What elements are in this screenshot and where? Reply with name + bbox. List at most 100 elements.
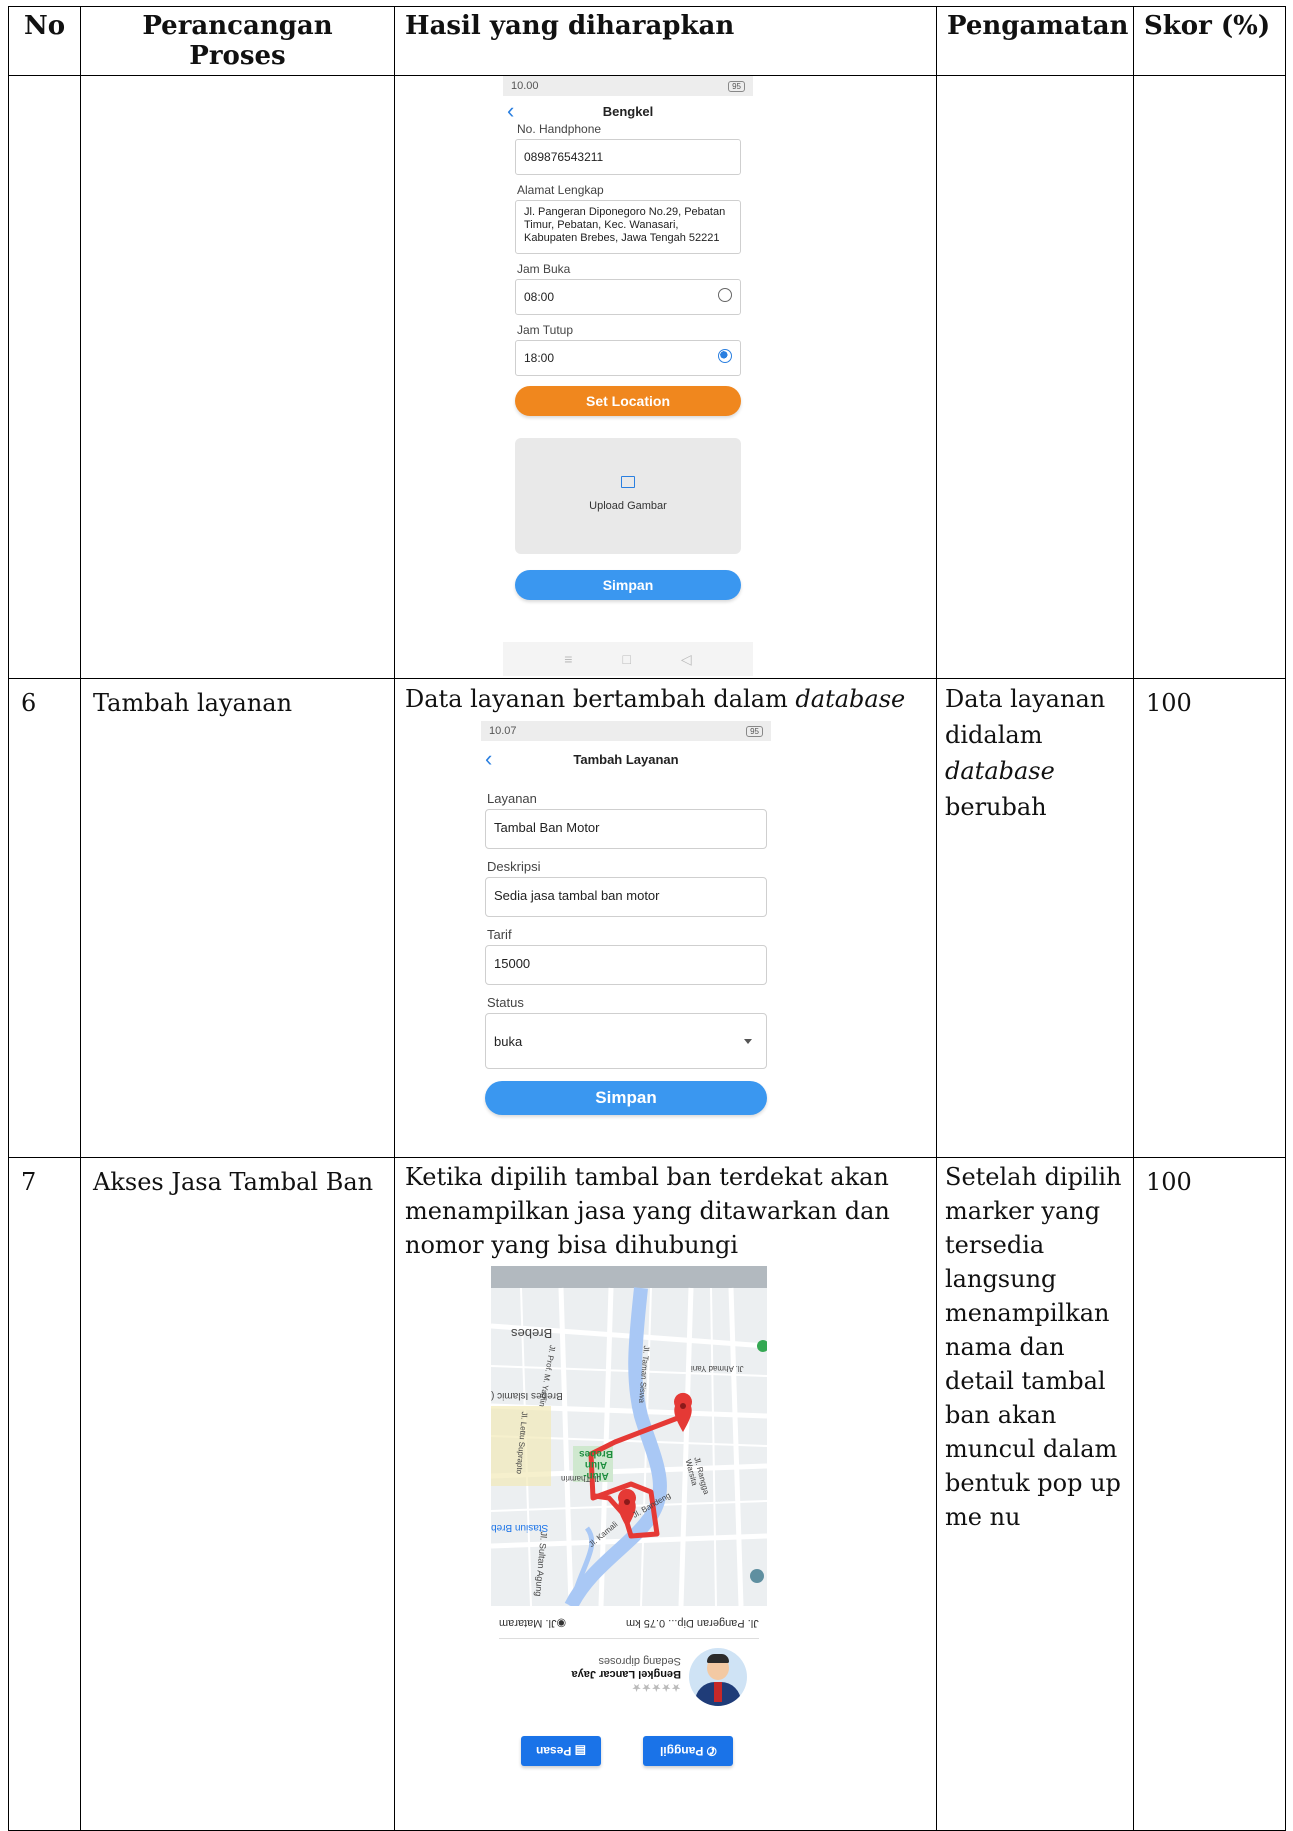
map-label: Jl. Taman Siswa (637, 1345, 651, 1404)
row-expected-cell: 10.00 95 ‹ Bengkel No. Handphone 0898765… (394, 75, 937, 679)
shop-name: Bengkel Lancar Jaya (571, 1668, 681, 1680)
description-label: Deskripsi (487, 859, 541, 874)
save-button[interactable]: Simpan (485, 1081, 767, 1115)
route-from: ◉Jl. Mataram (499, 1616, 567, 1629)
observation-italic: database (945, 757, 1055, 785)
map-label: Brebes Islamic ( (491, 1390, 563, 1401)
map-screenshot: Brebes Brebes Islamic ( Alun-Alun Brebes… (491, 1266, 767, 1826)
message-button[interactable]: ▤ Pesan (521, 1736, 601, 1766)
status-label: Status (487, 995, 524, 1010)
menu-icon[interactable]: ≡ (564, 651, 572, 667)
upload-label: Upload Gambar (589, 500, 667, 512)
row-number: 6 (21, 689, 37, 717)
upload-image-area[interactable]: Upload Gambar (515, 438, 741, 554)
route-info-bar: ◉Jl. Mataram Jl. Pangeran Dip... 0.75 km (499, 1608, 759, 1639)
route-to-text: Jl. Pangeran Dip... (668, 1617, 760, 1629)
row-process: Akses Jasa Tambal Ban (93, 1168, 374, 1196)
distance-text: 0.75 km (626, 1617, 666, 1629)
row-observation: Data layanan didalam database berubah (937, 679, 1133, 827)
map-labels: Brebes Brebes Islamic ( Alun-Alun Brebes… (491, 1266, 767, 1606)
observation-text: Data layanan didalam (945, 685, 1106, 749)
expected-italic: database (795, 685, 906, 713)
row-process: Tambah layanan (93, 689, 293, 717)
open-hour-label: Jam Buka (517, 262, 571, 276)
tarif-label: Tarif (487, 927, 512, 942)
app-bar: ‹ Bengkel (503, 96, 753, 126)
header-observation: Pengamatan (936, 6, 1134, 76)
clock-icon[interactable] (718, 349, 732, 363)
screen-title: Bengkel (602, 103, 654, 119)
row-expected: Ketika dipilih tambal ban terdekat akan … (405, 1163, 890, 1259)
service-field[interactable]: Tambal Ban Motor (485, 809, 767, 849)
description-field[interactable]: Sedia jasa tambal ban motor (485, 877, 767, 917)
map-label: Jl. Lettu Suprapto (514, 1411, 529, 1475)
route-to: Jl. Pangeran Dip... 0.75 km (626, 1617, 759, 1629)
close-hour-label: Jam Tutup (517, 323, 574, 337)
avatar (689, 1648, 747, 1706)
table-row: 7 Akses Jasa Tambal Ban Ketika dipilih t… (8, 1157, 1286, 1831)
phone-field[interactable]: 089876543211 (515, 139, 741, 175)
row-observation-cell (936, 75, 1134, 679)
map-label: Jl. Thamrin (561, 1474, 601, 1483)
map-label: Jl. Rangga Warsita (683, 1456, 711, 1496)
header-process: Perancangan Proses (80, 6, 395, 76)
set-location-button[interactable]: Set Location (515, 386, 741, 416)
close-hour-value: 18:00 (524, 351, 555, 365)
home-icon[interactable]: □ (622, 651, 630, 667)
message-button-content: ▤ Pesan (535, 1744, 587, 1758)
status-time: 10.00 (511, 80, 539, 92)
call-label: Panggil (659, 1744, 703, 1758)
app-bar: ‹ Tambah Layanan (481, 741, 771, 777)
call-button-content: ✆ Panggil (659, 1744, 717, 1758)
status-bar: 10.07 95 (481, 721, 771, 741)
shop-status: Sedang diproses (598, 1655, 681, 1667)
row-score: 100 (1146, 1168, 1192, 1196)
header-no: No (8, 6, 81, 76)
message-label: Pesan (535, 1744, 572, 1758)
header-expected: Hasil yang diharapkan (394, 6, 937, 76)
tarif-field[interactable]: 15000 (485, 945, 767, 985)
back-arrow-icon[interactable]: ‹ (507, 96, 514, 126)
status-time: 10.07 (489, 725, 517, 737)
map-label: Brebes (511, 1326, 553, 1341)
row-expected: Data layanan bertambah dalam database (395, 679, 936, 719)
row-number: 7 (21, 1168, 37, 1196)
table-row: 6 Tambah layanan Data layanan bertambah … (8, 678, 1286, 1158)
clock-icon[interactable] (718, 288, 732, 302)
row-score-cell (1133, 75, 1286, 679)
shop-detail-popup[interactable]: ★★★★★ Bengkel Lancar Jaya Sedang diprose… (491, 1642, 767, 1722)
chevron-down-icon (744, 1039, 752, 1044)
android-nav-bar: ≡ □ ◁ (503, 642, 753, 676)
battery-icon: 95 (728, 80, 745, 92)
call-button[interactable]: ✆ Panggil (643, 1736, 733, 1766)
tambah-layanan-screenshot: 10.07 95 ‹ Tambah Layanan Layanan Tambal… (481, 721, 771, 1151)
status-dropdown[interactable]: buka (485, 1013, 767, 1069)
observation-text-end: berubah (945, 793, 1047, 821)
test-result-table: No Perancangan Proses Hasil yang diharap… (8, 6, 1286, 1831)
bengkel-form-screenshot: 10.00 95 ‹ Bengkel No. Handphone 0898765… (503, 76, 753, 676)
expected-text: Data layanan bertambah dalam (405, 685, 796, 713)
row-score: 100 (1146, 689, 1192, 717)
open-hour-field[interactable]: 08:00 (515, 279, 741, 315)
open-hour-value: 08:00 (524, 290, 555, 304)
map-label: Jl. Bandeng (631, 1490, 673, 1520)
status-bar: 10.00 95 (503, 76, 753, 96)
shop-text: ★★★★★ Bengkel Lancar Jaya Sedang diprose… (561, 1654, 681, 1693)
back-arrow-icon[interactable]: ‹ (485, 741, 492, 777)
save-button[interactable]: Simpan (515, 570, 741, 600)
back-nav-icon[interactable]: ◁ (681, 651, 692, 668)
map-label: Jl. Kamali (587, 1519, 620, 1549)
header-score: Skor (%) (1133, 6, 1286, 76)
table-row: 10.00 95 ‹ Bengkel No. Handphone 0898765… (8, 75, 1286, 679)
image-icon (621, 476, 635, 488)
row-no-cell (8, 75, 81, 679)
map-label: Jl. Sultan Agung (533, 1531, 549, 1597)
rating-stars: ★★★★★ (631, 1681, 681, 1693)
route-from-text: Jl. Mataram (499, 1616, 557, 1629)
close-hour-field[interactable]: 18:00 (515, 340, 741, 376)
row-process-cell (80, 75, 395, 679)
address-field[interactable]: Jl. Pangeran Diponegoro No.29, Pebatan T… (515, 200, 741, 254)
status-value: buka (494, 1034, 523, 1049)
address-label: Alamat Lengkap (517, 183, 604, 197)
map-label: Jl. Ahmad Yani (691, 1364, 744, 1373)
